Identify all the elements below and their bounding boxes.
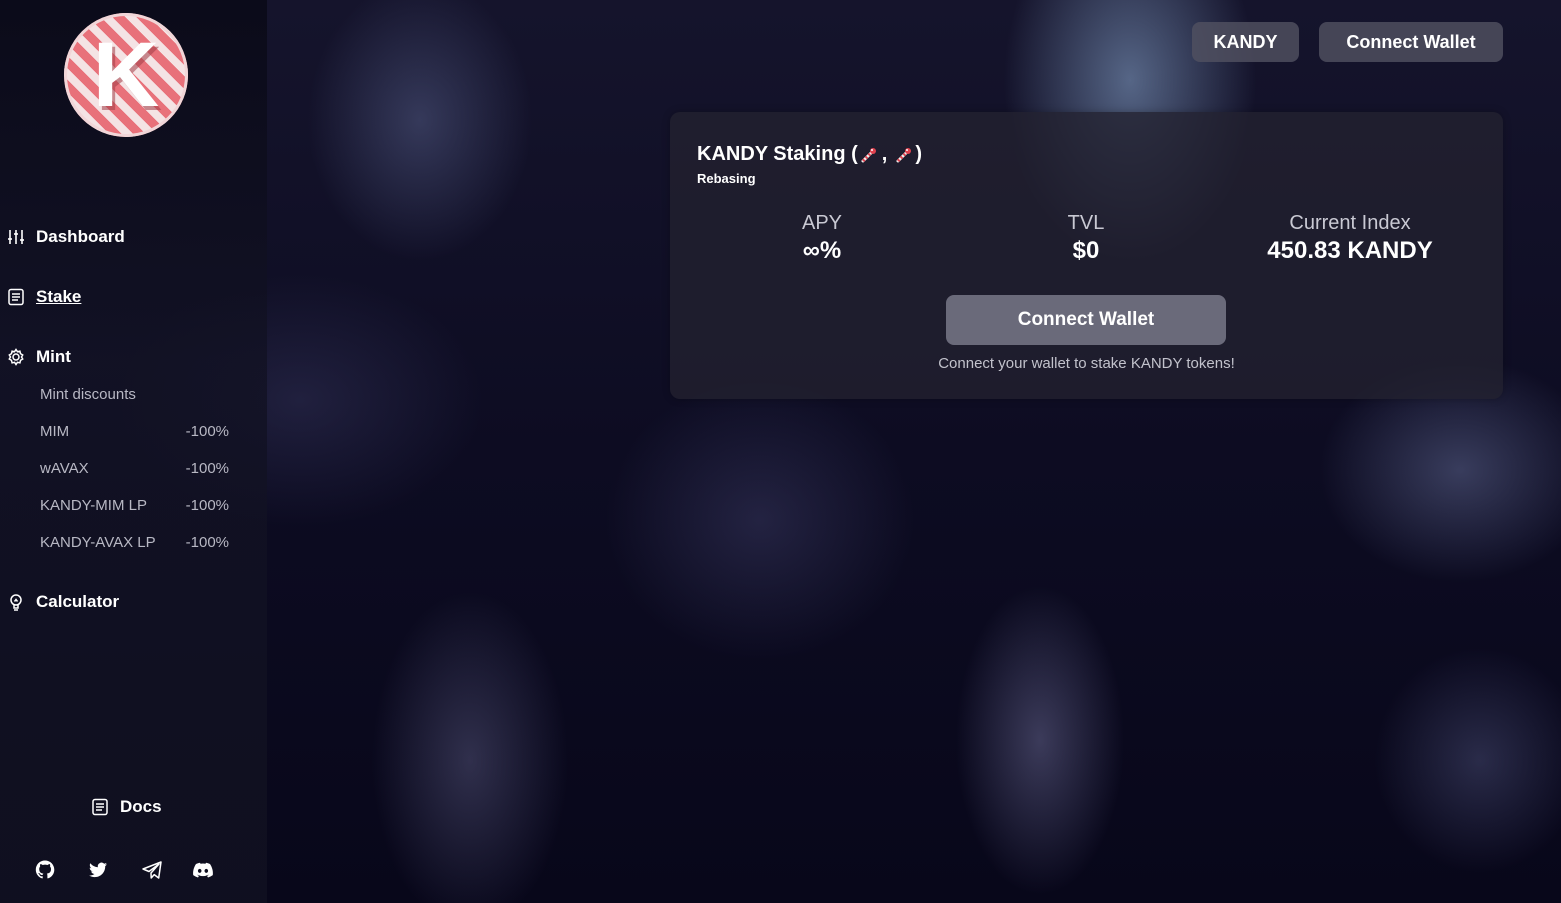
apy-metric: APY ∞% [802, 212, 842, 265]
staking-title: KANDY Staking ( , ) [697, 143, 922, 166]
sidebar-item-label: Calculator [36, 592, 120, 611]
gear-icon [8, 348, 24, 366]
sidebar-item-label: Dashboard [36, 227, 125, 246]
mint-discount-row[interactable]: MIM -100% [40, 423, 229, 440]
discount-name: KANDY-MIM LP [40, 497, 147, 514]
discount-value: -100% [185, 423, 229, 440]
staking-title-suffix: ) [915, 143, 922, 165]
candy-icon [861, 147, 876, 162]
document-icon [8, 288, 24, 306]
discount-value: -100% [185, 497, 229, 514]
connect-wallet-header-button[interactable]: Connect Wallet [1319, 22, 1503, 62]
staking-title-separator: , [881, 143, 888, 165]
sidebar: K Dashboard Stake Mint Mint discounts MI… [0, 0, 267, 903]
kandy-logo[interactable]: K [64, 13, 188, 137]
apy-value: ∞% [802, 237, 842, 264]
connect-wallet-button[interactable]: Connect Wallet [946, 295, 1226, 345]
current-index-metric: Current Index 450.83 KANDY [1267, 212, 1432, 265]
github-icon[interactable] [34, 859, 56, 881]
sidebar-item-calculator[interactable]: Calculator [7, 592, 119, 612]
discount-name: wAVAX [40, 460, 89, 477]
staking-card: KANDY Staking ( , ) Rebasing APY ∞% TVL … [670, 112, 1503, 399]
discount-name: KANDY-AVAX LP [40, 534, 156, 551]
mint-discount-row[interactable]: KANDY-MIM LP -100% [40, 497, 229, 514]
sidebar-item-label: Mint [36, 347, 71, 366]
staking-subtitle: Rebasing [697, 171, 756, 186]
document-icon [92, 798, 108, 816]
tvl-value: $0 [1072, 237, 1100, 264]
tvl-label: TVL [1067, 212, 1105, 234]
sliders-icon [8, 230, 24, 244]
sidebar-item-stake[interactable]: Stake [7, 287, 81, 307]
staking-title-prefix: KANDY Staking ( [697, 143, 858, 165]
current-index-label: Current Index [1289, 212, 1411, 234]
sidebar-item-label: Stake [36, 287, 82, 306]
sidebar-item-mint[interactable]: Mint [7, 347, 71, 367]
twitter-icon[interactable] [87, 859, 109, 881]
kandy-token-button[interactable]: KANDY [1192, 22, 1299, 62]
mint-discount-row[interactable]: KANDY-AVAX LP -100% [40, 534, 229, 551]
docs-link[interactable]: Docs [91, 797, 162, 817]
tvl-metric: TVL $0 [1068, 212, 1105, 265]
current-index-value: 450.83 KANDY [1267, 237, 1433, 264]
lightbulb-icon [10, 594, 22, 611]
logo-letter: K [92, 23, 160, 126]
candy-icon [896, 147, 912, 162]
discount-name: MIM [40, 423, 70, 440]
sidebar-item-dashboard[interactable]: Dashboard [7, 227, 125, 247]
telegram-icon[interactable] [141, 859, 163, 881]
docs-label: Docs [120, 797, 162, 816]
discount-value: -100% [185, 460, 229, 477]
discount-value: -100% [185, 534, 229, 551]
apy-label: APY [801, 212, 843, 234]
mint-discounts-heading: Mint discounts [40, 386, 136, 403]
discord-icon[interactable] [192, 859, 214, 881]
mint-discount-row[interactable]: wAVAX -100% [40, 460, 229, 477]
connect-wallet-note: Connect your wallet to stake KANDY token… [938, 355, 1235, 372]
